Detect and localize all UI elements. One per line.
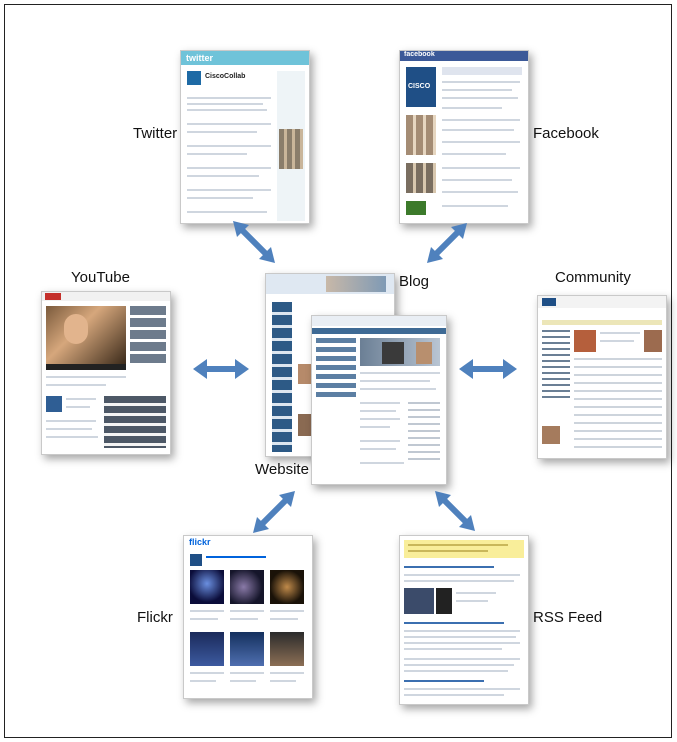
diagram-frame: twitter CiscoCollab facebook CISCO flick… [4, 4, 672, 738]
arrows-layer [193, 221, 517, 533]
arrow-community [459, 359, 517, 379]
arrow-youtube [193, 359, 249, 379]
arrow-facebook [427, 223, 467, 263]
arrow-twitter [233, 221, 275, 263]
arrow-rss-feed [435, 491, 475, 531]
arrow-flickr [253, 491, 295, 533]
